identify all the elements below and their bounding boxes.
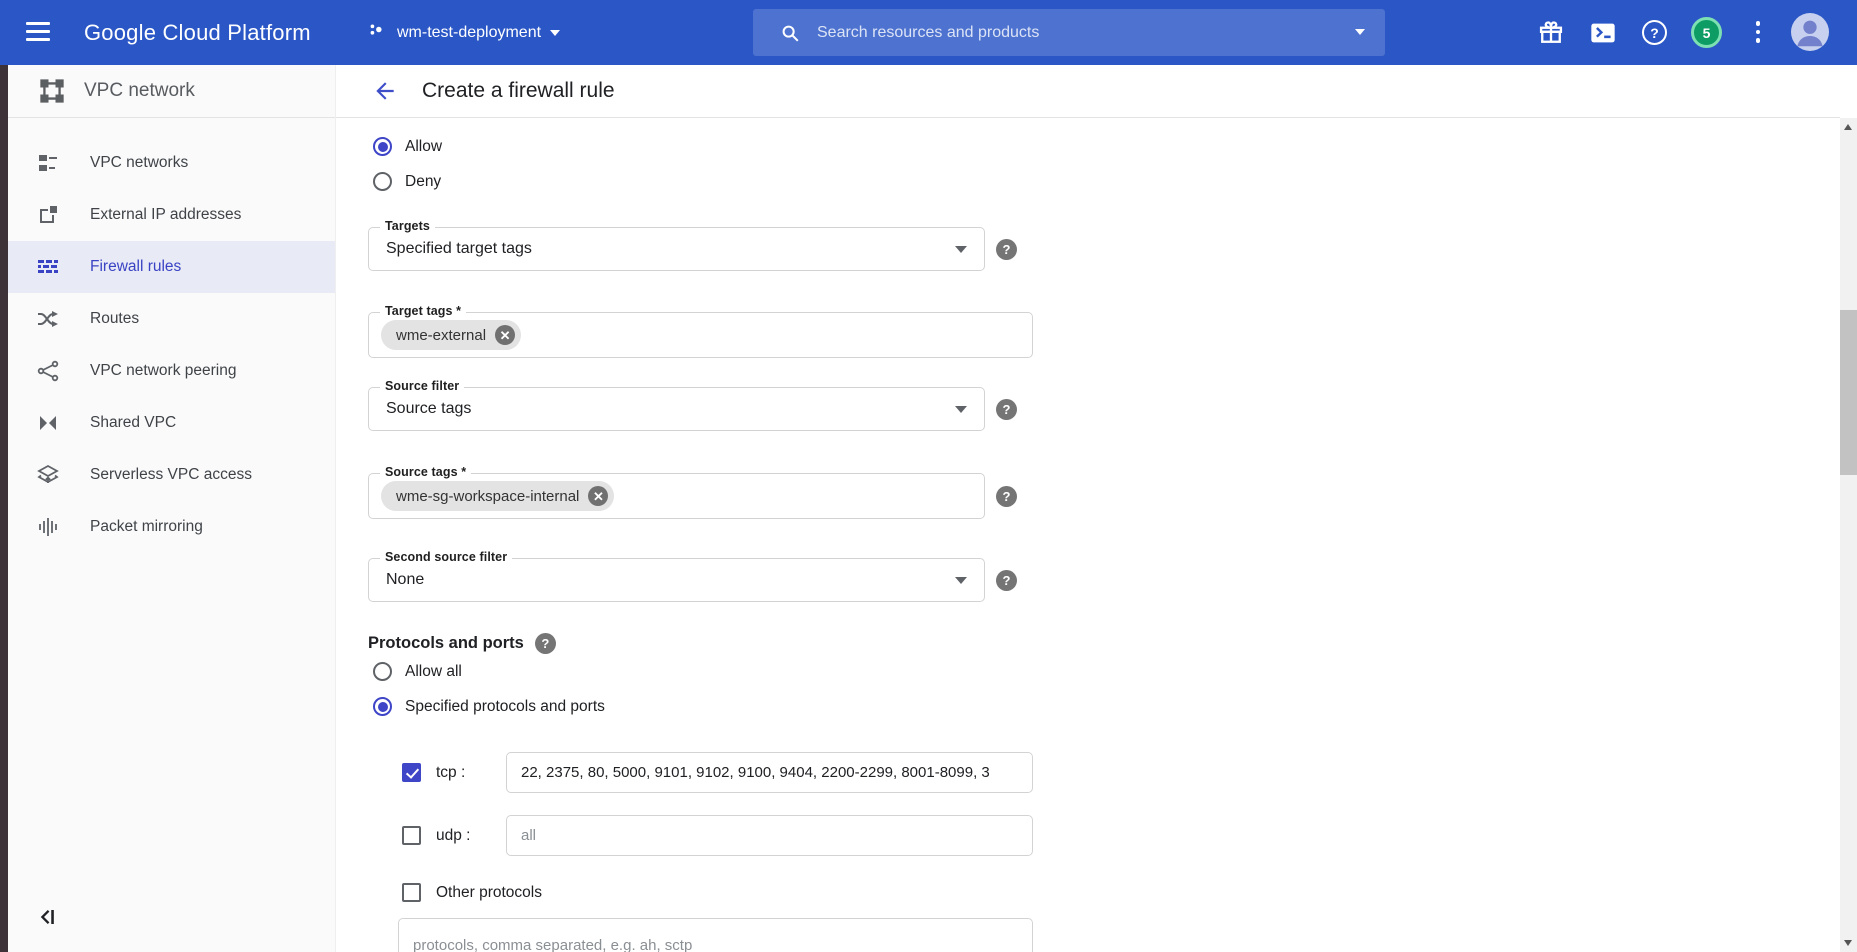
back-button[interactable] <box>372 78 398 104</box>
vpc-network-sidebar: VPC network VPC networks External IP add… <box>8 65 336 952</box>
scrollbar-thumb[interactable] <box>1840 310 1857 475</box>
window-edge-strip <box>0 65 8 952</box>
sidebar-item-routes[interactable]: Routes <box>8 293 335 345</box>
source-filter-help-icon[interactable]: ? <box>996 399 1017 420</box>
udp-checkbox[interactable] <box>402 826 421 845</box>
project-selector[interactable]: wm-test-deployment <box>366 0 560 65</box>
udp-ports-input[interactable] <box>506 815 1033 856</box>
firewall-rules-icon <box>36 255 60 279</box>
remove-chip-icon[interactable]: ✕ <box>588 486 608 506</box>
sidebar-item-vpc-network-peering[interactable]: VPC network peering <box>8 345 335 397</box>
source-tags-help-icon[interactable]: ? <box>996 486 1017 507</box>
gcp-logo[interactable]: Google Cloud Platform <box>84 0 311 65</box>
other-protocols-checkbox[interactable] <box>402 883 421 902</box>
packet-mirroring-icon <box>36 515 60 539</box>
remove-chip-icon[interactable]: ✕ <box>495 325 515 345</box>
top-app-bar: Google Cloud Platform wm-test-deployment… <box>0 0 1857 65</box>
search-input[interactable] <box>817 24 1385 42</box>
chevron-down-icon <box>955 406 967 413</box>
sidebar-item-external-ip-addresses[interactable]: External IP addresses <box>8 189 335 241</box>
protocols-and-ports-heading: Protocols and ports ? <box>368 633 556 654</box>
radio-allow[interactable]: Allow <box>373 137 442 156</box>
radio-allow-all-circle[interactable] <box>373 662 392 681</box>
target-tag-chip: wme-external ✕ <box>381 320 521 350</box>
routes-icon <box>36 307 60 331</box>
udp-label: udp : <box>436 827 470 845</box>
sidebar-item-vpc-networks[interactable]: VPC networks <box>8 137 335 189</box>
vpc-network-peering-icon <box>36 359 60 383</box>
vpc-networks-icon <box>36 151 60 175</box>
search-icon <box>779 22 801 44</box>
sidebar-title: VPC network <box>84 80 195 102</box>
radio-allow-circle[interactable] <box>373 137 392 156</box>
menu-icon[interactable] <box>26 22 52 43</box>
other-protocols-label: Other protocols <box>436 884 542 902</box>
tcp-label: tcp : <box>436 764 465 782</box>
sidebar-item-firewall-rules[interactable]: Firewall rules <box>8 241 335 293</box>
notifications-badge[interactable]: 5 <box>1691 17 1722 48</box>
sidebar-item-serverless-vpc-access[interactable]: Serverless VPC access <box>8 449 335 501</box>
radio-specified-protocols-circle[interactable] <box>373 697 392 716</box>
page-title: Create a firewall rule <box>422 79 615 103</box>
tcp-ports-input[interactable] <box>506 752 1033 793</box>
tcp-checkbox[interactable] <box>402 763 421 782</box>
protocols-help-icon[interactable]: ? <box>535 633 556 654</box>
page-header: Create a firewall rule <box>336 65 1840 118</box>
targets-help-icon[interactable]: ? <box>996 239 1017 260</box>
vertical-scrollbar[interactable] <box>1840 118 1857 952</box>
other-protocols-input[interactable] <box>398 918 1033 952</box>
source-filter-select[interactable]: Source filter Source tags <box>368 387 985 431</box>
source-tag-chip: wme-sg-workspace-internal ✕ <box>381 481 614 511</box>
radio-deny[interactable]: Deny <box>373 172 441 191</box>
second-source-filter-help-icon[interactable]: ? <box>996 570 1017 591</box>
sidebar-header: VPC network <box>8 65 335 118</box>
source-tags-field[interactable]: Source tags * wme-sg-workspace-internal … <box>368 473 985 519</box>
gcp-console: Google Cloud Platform wm-test-deployment… <box>0 0 1857 952</box>
shared-vpc-icon <box>36 411 60 435</box>
chevron-down-icon <box>955 577 967 584</box>
scroll-down-icon[interactable] <box>1844 940 1852 946</box>
chevron-down-icon <box>550 30 560 36</box>
target-tags-field[interactable]: Target tags * wme-external ✕ <box>368 312 1033 358</box>
avatar[interactable] <box>1791 13 1829 51</box>
radio-allow-all[interactable]: Allow all <box>373 662 462 681</box>
whats-new-gift-icon[interactable] <box>1537 19 1565 52</box>
help-icon[interactable]: ? <box>1642 20 1667 45</box>
project-icon <box>366 19 388 46</box>
targets-select[interactable]: Targets Specified target tags <box>368 227 985 271</box>
cloud-shell-icon[interactable] <box>1589 19 1617 52</box>
vpc-network-icon <box>38 77 66 105</box>
serverless-vpc-access-icon <box>36 463 60 487</box>
second-source-filter-select[interactable]: Second source filter None <box>368 558 985 602</box>
chevron-down-icon <box>955 246 967 253</box>
scroll-up-icon[interactable] <box>1844 124 1852 130</box>
radio-deny-circle[interactable] <box>373 172 392 191</box>
sidebar-item-packet-mirroring[interactable]: Packet mirroring <box>8 501 335 553</box>
more-options-icon[interactable] <box>1753 21 1763 47</box>
main-content: Create a firewall rule Allow Deny Target… <box>336 65 1840 952</box>
project-name: wm-test-deployment <box>397 24 541 42</box>
search-dropdown-icon[interactable] <box>1355 29 1365 35</box>
sidebar-item-shared-vpc[interactable]: Shared VPC <box>8 397 335 449</box>
collapse-sidebar-icon[interactable] <box>32 903 60 931</box>
radio-specified-protocols[interactable]: Specified protocols and ports <box>373 697 605 716</box>
search-bar[interactable] <box>753 9 1385 56</box>
external-ip-icon <box>36 203 60 227</box>
